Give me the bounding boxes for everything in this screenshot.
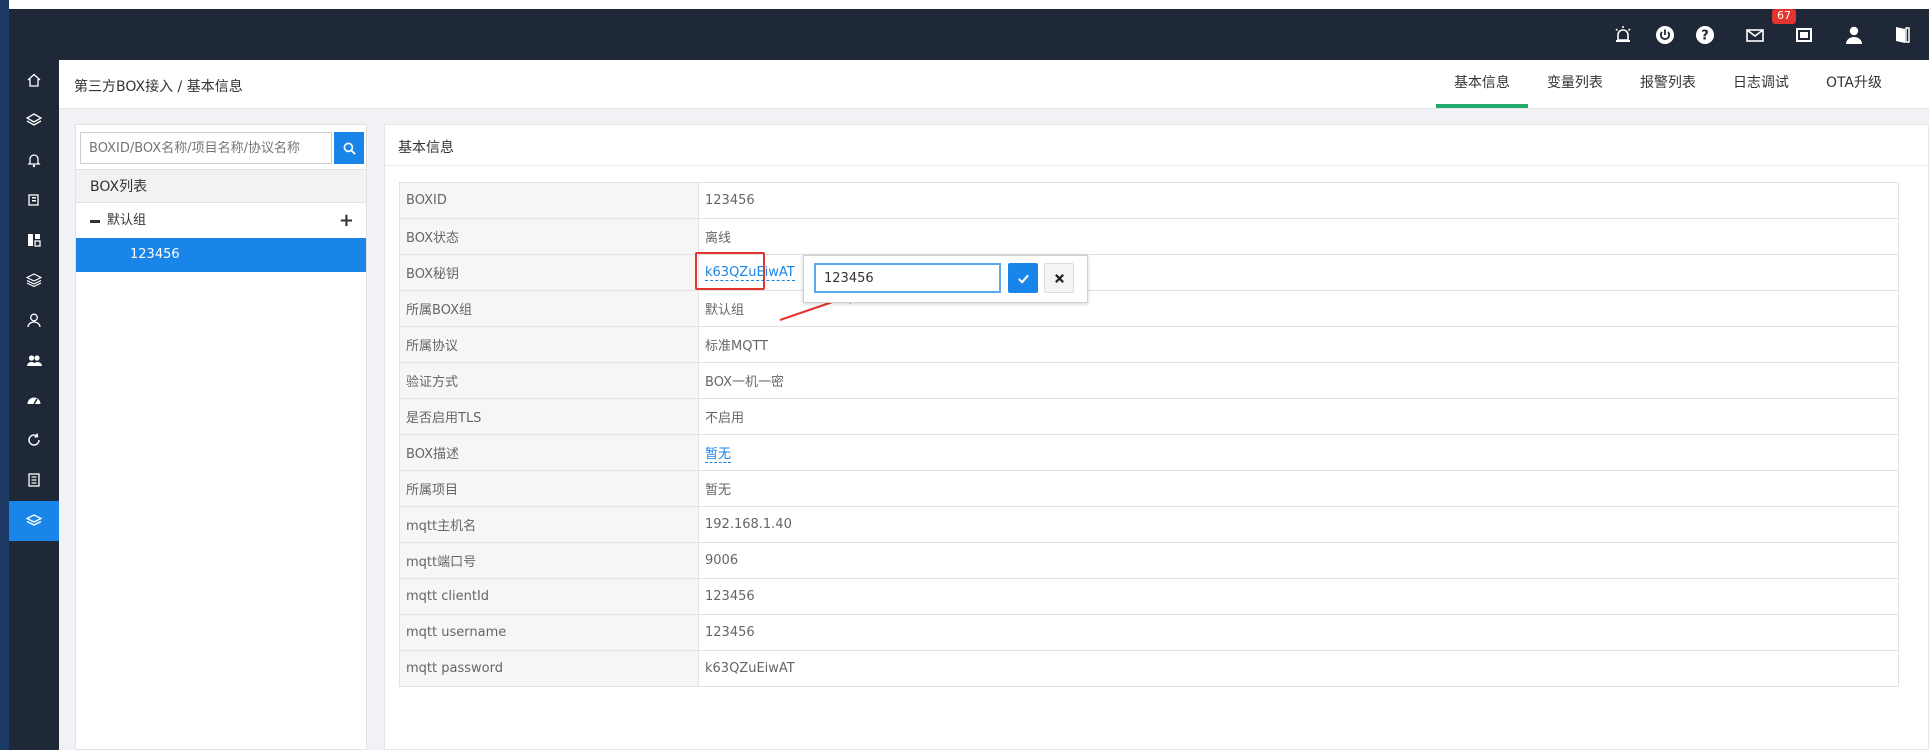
power-icon[interactable] (1653, 23, 1677, 47)
row-key: BOX描述 (399, 434, 699, 471)
logout-icon[interactable] (1890, 23, 1914, 47)
tab-ota-upgrade[interactable]: OTA升级 (1808, 60, 1900, 108)
box-list-item[interactable]: 123456 (76, 238, 366, 272)
nav-bell-icon[interactable] (9, 143, 59, 177)
nav-dashboard-icon[interactable] (9, 223, 59, 257)
nav-stack-icon[interactable] (9, 263, 59, 297)
table-row: BOX状态 离线 (399, 218, 1899, 255)
secret-key-input[interactable] (814, 263, 1001, 293)
row-key: mqtt password (399, 650, 699, 687)
table-row: 所属BOX组 默认组 (399, 290, 1899, 327)
nav-book-icon[interactable] (9, 463, 59, 497)
breadcrumb: 第三方BOX接入 / 基本信息 (74, 79, 243, 95)
add-icon[interactable]: + (339, 205, 354, 237)
fullscreen-icon[interactable] (1792, 23, 1816, 47)
row-value: 暂无 (698, 470, 1899, 507)
nav-refresh-icon[interactable] (9, 423, 59, 457)
table-row: mqtt主机名 192.168.1.40 (399, 506, 1899, 543)
table-row: mqtt端口号 9006 (399, 542, 1899, 579)
tab-log-debug[interactable]: 日志调试 (1715, 60, 1807, 108)
confirm-button[interactable] (1008, 263, 1038, 293)
user-icon[interactable] (1842, 23, 1866, 47)
side-nav (9, 60, 59, 750)
row-key: 所属BOX组 (399, 290, 699, 327)
search-box (80, 132, 364, 164)
nav-user-icon[interactable] (9, 303, 59, 337)
table-row: BOX秘钥 k63QZuEiwAT (399, 254, 1899, 291)
status-value: 离线 (698, 218, 1899, 255)
group-label: 默认组 (107, 213, 147, 228)
row-value: 123456 (698, 578, 1899, 615)
window-edge-strip (0, 0, 9, 750)
row-value-cell: 暂无 (698, 434, 1899, 471)
tab-spacer (1901, 60, 1929, 108)
search-icon (343, 142, 356, 155)
tab-bar: 基本信息 变量列表 报警列表 日志调试 OTA升级 (1435, 60, 1929, 108)
info-table: BOXID 123456 BOX状态 离线 BOX秘钥 k63QZuEiwAT 所属B… (399, 182, 1899, 687)
row-key: 所属项目 (399, 470, 699, 507)
top-white-strip (9, 0, 1929, 9)
row-key: mqtt端口号 (399, 542, 699, 579)
row-key: 验证方式 (399, 362, 699, 399)
close-icon (1054, 273, 1064, 283)
nav-gauge-icon[interactable] (9, 383, 59, 417)
nav-copy-icon[interactable] (9, 183, 59, 217)
row-key: mqtt username (399, 614, 699, 651)
tab-variable-list[interactable]: 变量列表 (1529, 60, 1621, 108)
divider (385, 165, 1929, 166)
search-input[interactable] (80, 132, 332, 164)
mail-badge: 67 (1772, 9, 1796, 24)
description-editable[interactable]: 暂无 (705, 447, 732, 463)
alarm-light-icon[interactable] (1611, 23, 1635, 47)
page-header: 第三方BOX接入 / 基本信息 基本信息 变量列表 报警列表 日志调试 OTA升… (59, 60, 1929, 109)
row-value: 123456 (698, 614, 1899, 651)
table-row: 是否启用TLS 不启用 (399, 398, 1899, 435)
box-item-label: 123456 (130, 247, 180, 262)
row-key: mqtt主机名 (399, 506, 699, 543)
row-key: mqtt clientId (399, 578, 699, 615)
protocol-link[interactable]: 标准MQTT (698, 326, 1899, 363)
table-row: 验证方式 BOX一机一密 (399, 362, 1899, 399)
nav-users-icon[interactable] (9, 343, 59, 377)
annotation-highlight-box (695, 252, 765, 290)
mail-icon[interactable] (1743, 23, 1767, 47)
row-key: 是否启用TLS (399, 398, 699, 435)
svg-text:?: ? (1701, 29, 1709, 44)
row-value: 192.168.1.40 (698, 506, 1899, 543)
table-row: 所属项目 暂无 (399, 470, 1899, 507)
table-row: mqtt password k63QZuEiwAT (399, 650, 1899, 687)
tab-alarm-list[interactable]: 报警列表 (1622, 60, 1714, 108)
box-list-panel: BOX列表 默认组 + 123456 (75, 124, 367, 750)
row-value: 123456 (698, 182, 1899, 219)
group-default[interactable]: 默认组 + (76, 205, 366, 237)
nav-home-icon[interactable] (9, 63, 59, 97)
panel-title: 基本信息 (398, 140, 454, 156)
table-row: BOX描述 暂无 (399, 434, 1899, 471)
cancel-button[interactable] (1044, 263, 1074, 293)
table-row: BOXID 123456 (399, 182, 1899, 219)
collapse-icon[interactable] (90, 220, 100, 223)
row-key: BOX秘钥 (399, 254, 699, 291)
check-icon (1017, 274, 1029, 284)
row-value: k63QZuEiwAT (698, 650, 1899, 687)
table-row: 所属协议 标准MQTT (399, 326, 1899, 363)
box-list-title: BOX列表 (76, 169, 366, 203)
basic-info-panel: 基本信息 BOXID 123456 BOX状态 离线 BOX秘钥 k63QZuEiwA… (384, 124, 1929, 750)
top-bar: ? 67 (9, 9, 1929, 60)
row-key: BOX状态 (399, 218, 699, 255)
tab-basic-info[interactable]: 基本信息 (1435, 60, 1528, 108)
nav-box-access-icon[interactable] (9, 501, 59, 541)
row-key: BOXID (399, 182, 699, 219)
nav-layers-icon[interactable] (9, 103, 59, 137)
row-key: 所属协议 (399, 326, 699, 363)
table-row: mqtt clientId 123456 (399, 578, 1899, 615)
row-value: 9006 (698, 542, 1899, 579)
right-edge (1915, 9, 1929, 60)
row-value: BOX一机一密 (698, 362, 1899, 399)
help-icon[interactable]: ? (1693, 23, 1717, 47)
search-button[interactable] (334, 132, 364, 164)
table-row: mqtt username 123456 (399, 614, 1899, 651)
inline-edit-popup (803, 255, 1088, 303)
tls-link[interactable]: 不启用 (698, 398, 1899, 435)
